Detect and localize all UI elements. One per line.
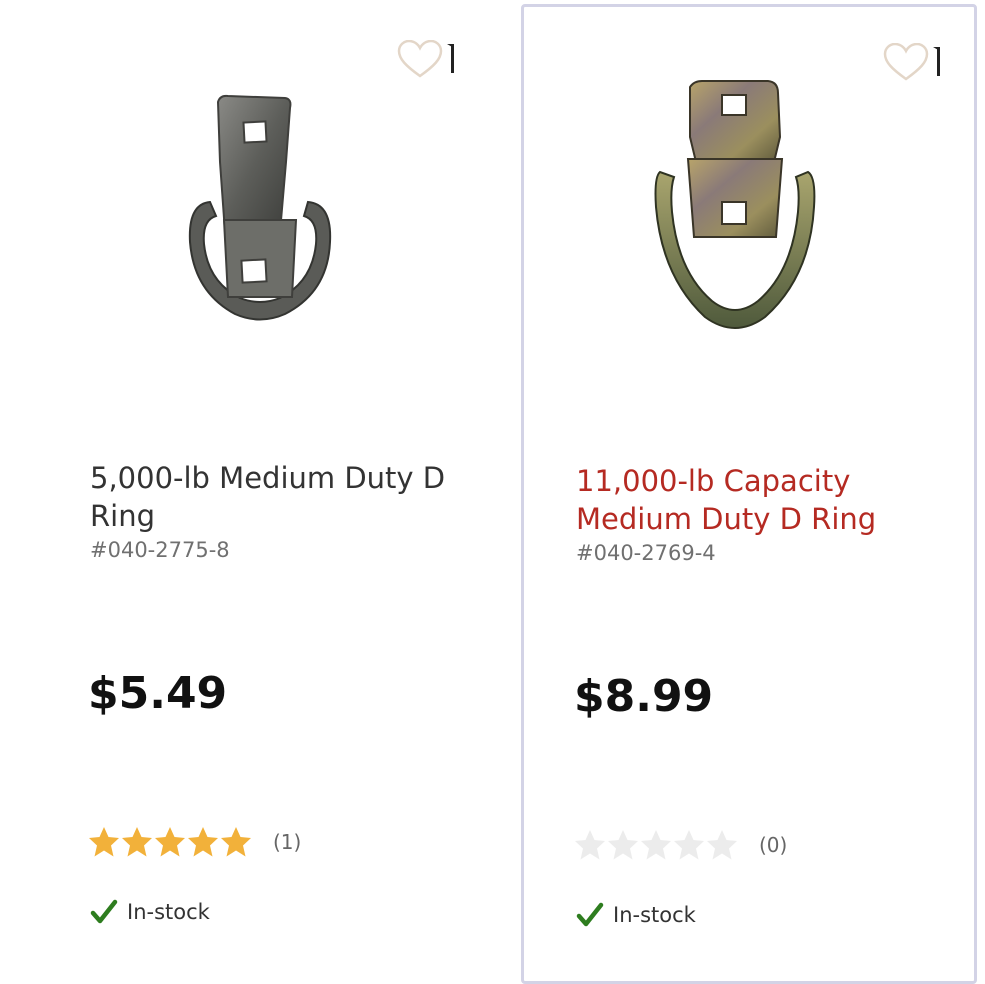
check-icon: [576, 902, 604, 927]
review-count: (0): [759, 833, 788, 857]
product-price: $8.99: [574, 671, 714, 722]
star-filled-icon: [122, 827, 152, 857]
star-empty-icon: [707, 830, 737, 860]
product-sku: #040-2769-4: [576, 541, 716, 565]
star-filled-icon: [221, 827, 251, 857]
product-price: $5.49: [88, 668, 228, 719]
stock-label: In-stock: [613, 903, 696, 927]
product-card-selected[interactable]: 11,000-lb Capacity Medium Duty D Ring #0…: [521, 4, 977, 984]
product-title-link[interactable]: 11,000-lb Capacity Medium Duty D Ring: [576, 462, 956, 538]
star-empty-icon: [575, 830, 605, 860]
star-filled-icon: [188, 827, 218, 857]
heart-outline-icon: [397, 39, 454, 78]
stock-label: In-stock: [127, 900, 210, 924]
product-image[interactable]: [650, 77, 820, 347]
product-title-link[interactable]: 5,000-lb Medium Duty D Ring: [90, 459, 470, 535]
check-icon: [90, 899, 118, 924]
review-count: (1): [273, 830, 302, 854]
star-filled-icon: [89, 827, 119, 857]
product-card[interactable]: 5,000-lb Medium Duty D Ring #040-2775-8 …: [0, 0, 520, 975]
product-image[interactable]: [180, 92, 340, 332]
star-filled-icon: [155, 827, 185, 857]
star-empty-icon: [641, 830, 671, 860]
d-ring-image: [188, 94, 332, 321]
heart-outline-icon: [883, 42, 940, 81]
star-empty-icon: [608, 830, 638, 860]
add-to-wishlist-button[interactable]: [396, 39, 456, 80]
product-sku: #040-2775-8: [90, 538, 230, 562]
rating-stars[interactable]: (0): [574, 827, 787, 863]
star-empty-icon: [674, 830, 704, 860]
stock-status: In-stock: [576, 901, 696, 929]
stock-status: In-stock: [90, 898, 210, 926]
rating-stars[interactable]: (1): [88, 824, 301, 860]
d-ring-image: [654, 80, 816, 329]
add-to-wishlist-button[interactable]: [882, 42, 942, 83]
